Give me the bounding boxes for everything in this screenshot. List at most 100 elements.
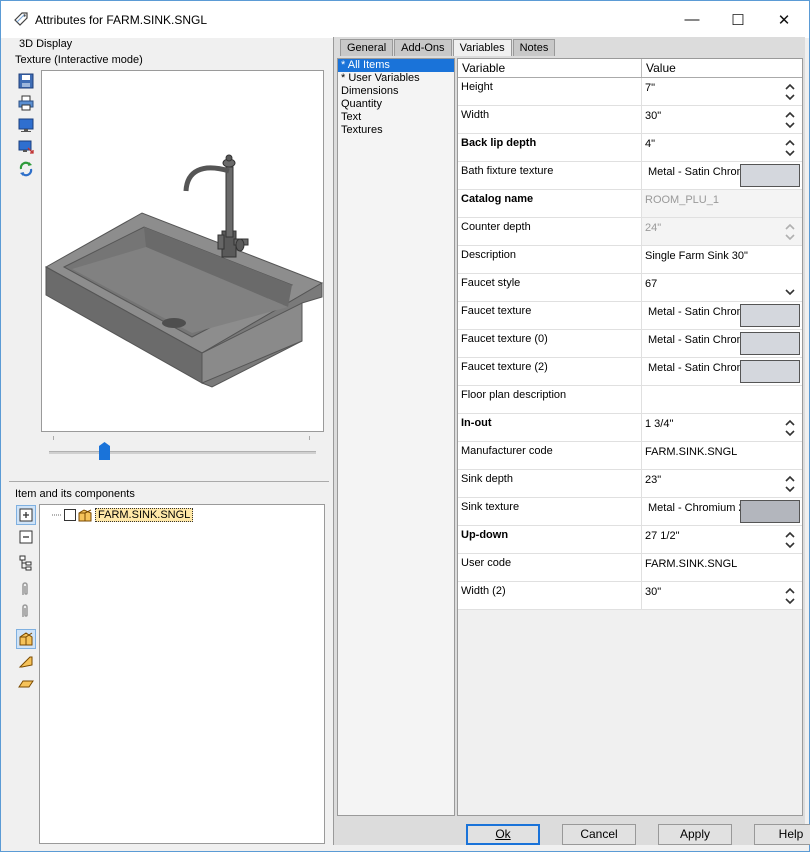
variable-name-cell: Catalog name	[458, 190, 642, 217]
grid-row[interactable]: Sink texture Metal - Chromium 2	[458, 498, 802, 526]
variable-value-cell[interactable]: 4"	[642, 134, 802, 161]
texture-swatch[interactable]	[740, 304, 800, 327]
variable-name-cell: Width (2)	[458, 582, 642, 609]
texture-swatch[interactable]	[740, 360, 800, 383]
value-text: FARM.SINK.SNGL	[645, 558, 738, 570]
grid-row[interactable]: Faucet texture (0) Metal - Satin Chrom	[458, 330, 802, 358]
grid-row[interactable]: Width 30"	[458, 106, 802, 134]
category-item[interactable]: Text	[338, 111, 454, 124]
variable-value-cell[interactable]: Metal - Chromium 2	[642, 498, 802, 525]
variable-column-header[interactable]: Variable	[458, 59, 642, 77]
monitor-icon[interactable]	[16, 115, 36, 135]
expand-icon[interactable]	[16, 505, 36, 525]
dropdown-arrow-icon[interactable]	[784, 276, 796, 300]
grid-row[interactable]: Faucet texture (2) Metal - Satin Chrom	[458, 358, 802, 386]
spin-arrows-icon[interactable]	[784, 584, 796, 608]
grid-row[interactable]: Sink depth 23"	[458, 470, 802, 498]
variable-value-cell[interactable]: FARM.SINK.SNGL	[642, 442, 802, 469]
variable-name-cell: Manufacturer code	[458, 442, 642, 469]
value-text: Metal - Chromium 2	[648, 502, 745, 514]
category-item[interactable]: * User Variables	[338, 72, 454, 85]
value-text: Metal - Satin Chrom	[648, 306, 746, 318]
category-item[interactable]: Dimensions	[338, 85, 454, 98]
spin-arrows-icon[interactable]	[784, 80, 796, 104]
texture-swatch[interactable]	[740, 332, 800, 355]
texture-swatch[interactable]	[740, 500, 800, 523]
refresh-icon[interactable]	[16, 159, 36, 179]
value-text: 67	[645, 278, 658, 290]
grid-row[interactable]: Floor plan description	[458, 386, 802, 414]
variable-value-cell[interactable]: Metal - Satin Chrom	[642, 302, 802, 329]
cancel-button[interactable]: Cancel	[562, 824, 636, 845]
wall-icon[interactable]	[16, 651, 36, 671]
tree-node-item[interactable]: FARM.SINK.SNGL	[52, 507, 194, 523]
window-title: Attributes for FARM.SINK.SNGL	[35, 13, 208, 27]
grid-row[interactable]: Width (2) 30"	[458, 582, 802, 610]
minimize-button[interactable]: —	[669, 1, 715, 38]
grid-row[interactable]: Description Single Farm Sink 30"	[458, 246, 802, 274]
variable-value-cell[interactable]: 30"	[642, 582, 802, 609]
variable-value-cell[interactable]: 23"	[642, 470, 802, 497]
variable-value-cell[interactable]: FARM.SINK.SNGL	[642, 554, 802, 581]
spin-arrows-icon[interactable]	[784, 108, 796, 132]
grid-row[interactable]: User code FARM.SINK.SNGL	[458, 554, 802, 582]
variable-value-cell[interactable]: 7"	[642, 78, 802, 105]
tab-general[interactable]: General	[340, 39, 394, 56]
help-button[interactable]: Help	[754, 824, 810, 845]
texture-swatch[interactable]	[740, 164, 800, 187]
spin-arrows-icon[interactable]	[784, 416, 796, 440]
apply-button[interactable]: Apply	[658, 824, 732, 845]
variable-value-cell[interactable]: 30"	[642, 106, 802, 133]
tab-add-ons[interactable]: Add-Ons	[394, 39, 452, 56]
grid-row[interactable]: Bath fixture texture Metal - Satin Chrom	[458, 162, 802, 190]
spin-arrows-icon[interactable]	[784, 136, 796, 160]
value-column-header[interactable]: Value	[642, 59, 676, 77]
monitor-export-icon[interactable]	[16, 137, 36, 157]
category-item[interactable]: * All Items	[338, 59, 454, 72]
grid-row[interactable]: Faucet texture Metal - Satin Chrom	[458, 302, 802, 330]
grid-row[interactable]: Manufacturer code FARM.SINK.SNGL	[458, 442, 802, 470]
close-button[interactable]: ✕	[761, 1, 807, 38]
save-icon[interactable]	[16, 71, 36, 91]
tree-item-checkbox[interactable]	[64, 509, 76, 521]
variable-value-cell[interactable]: Metal - Satin Chrom	[642, 162, 802, 189]
collapse-icon[interactable]	[16, 527, 36, 547]
component-tree: FARM.SINK.SNGL	[39, 504, 325, 844]
variable-value-cell[interactable]: 1 3/4"	[642, 414, 802, 441]
dialog-buttons: Ok Cancel Apply Help	[466, 824, 810, 845]
cabinet-box-icon[interactable]	[16, 629, 36, 649]
grid-row[interactable]: Back lip depth 4"	[458, 134, 802, 162]
category-item[interactable]: Quantity	[338, 98, 454, 111]
variable-value-cell[interactable]: 67	[642, 274, 802, 301]
tree-item-label[interactable]: FARM.SINK.SNGL	[95, 508, 194, 522]
variable-value-cell[interactable]: Metal - Satin Chrom	[642, 330, 802, 357]
spin-arrows-icon[interactable]	[784, 472, 796, 496]
tab-notes[interactable]: Notes	[512, 39, 556, 56]
grid-row[interactable]: Up-down 27 1/2"	[458, 526, 802, 554]
variable-value-cell[interactable]: 27 1/2"	[642, 526, 802, 553]
variable-value-cell[interactable]	[642, 386, 802, 413]
category-item[interactable]: Textures	[338, 124, 454, 137]
tab-variables[interactable]: Variables	[452, 39, 512, 56]
ok-button[interactable]: Ok	[466, 824, 540, 845]
grid-row[interactable]: In-out 1 3/4"	[458, 414, 802, 442]
cancel-button-label: Cancel	[580, 827, 618, 841]
hierarchy-icon[interactable]	[16, 553, 36, 573]
slider-thumb[interactable]	[99, 442, 110, 460]
maximize-button[interactable]: ☐	[715, 1, 761, 38]
floor-icon[interactable]	[16, 673, 36, 693]
variable-name-cell: Faucet texture	[458, 302, 642, 329]
variable-value-cell[interactable]: Metal - Satin Chrom	[642, 358, 802, 385]
zoom-slider[interactable]	[41, 432, 324, 476]
spin-arrows-icon[interactable]	[784, 528, 796, 552]
grid-row[interactable]: Height 7"	[458, 78, 802, 106]
3d-viewport[interactable]	[41, 70, 324, 432]
grid-row[interactable]: Counter depth 24"	[458, 218, 802, 246]
variable-value-cell[interactable]: Single Farm Sink 30"	[642, 246, 802, 273]
grid-row[interactable]: Catalog name ROOM_PLU_1	[458, 190, 802, 218]
grid-row[interactable]: Faucet style 67	[458, 274, 802, 302]
category-list: * All Items * User Variables Dimensions Qua…	[337, 58, 455, 816]
slider-tick	[309, 436, 310, 440]
print-icon[interactable]	[16, 93, 36, 113]
variable-name-cell: Faucet texture (0)	[458, 330, 642, 357]
